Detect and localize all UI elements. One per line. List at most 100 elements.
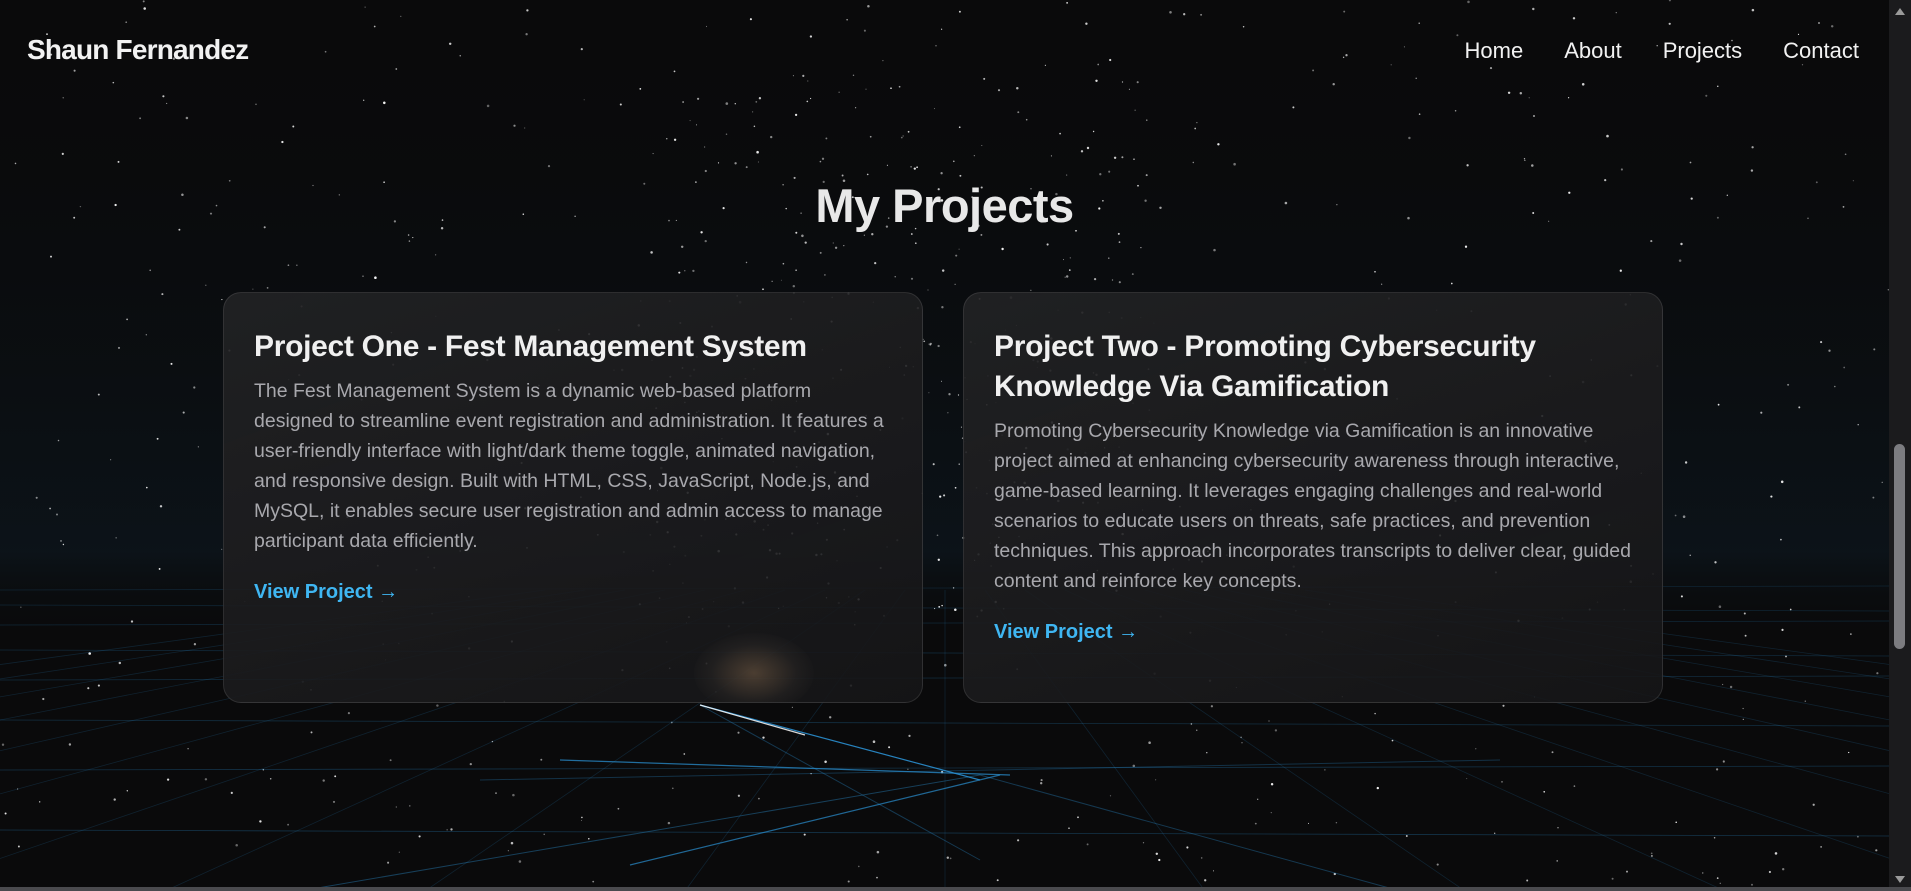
star [1717, 403, 1720, 406]
projects-heading: My Projects [815, 179, 1074, 232]
star [117, 160, 120, 163]
star [941, 306, 944, 309]
star [1140, 246, 1142, 249]
star [751, 111, 754, 113]
star [1108, 170, 1111, 173]
star [1689, 161, 1692, 164]
star [113, 798, 116, 801]
star [1674, 514, 1677, 517]
star [1650, 852, 1653, 855]
star [1833, 385, 1836, 388]
star [1729, 685, 1733, 689]
star [888, 746, 891, 749]
brand-name[interactable]: Shaun Fernandez [27, 34, 249, 66]
star [953, 160, 955, 163]
star [1376, 786, 1379, 790]
star [547, 165, 551, 168]
star [678, 271, 681, 274]
star [221, 299, 223, 301]
star [205, 284, 207, 287]
star [334, 775, 337, 778]
star [1148, 741, 1151, 744]
star [929, 344, 932, 346]
star [928, 392, 930, 394]
star [847, 880, 850, 883]
nav-links: Home About Projects Contact [1465, 38, 1860, 64]
star [1408, 136, 1411, 140]
star [804, 241, 807, 244]
star [1118, 281, 1121, 284]
star [1213, 248, 1216, 252]
project-one-view-link[interactable]: View Project → [254, 581, 398, 604]
star [689, 120, 691, 122]
star [187, 747, 189, 750]
star [1844, 153, 1847, 156]
star [941, 269, 945, 272]
scrollbar-thumb[interactable] [1894, 444, 1905, 649]
star [39, 801, 41, 803]
star [1324, 769, 1326, 771]
star [170, 362, 173, 365]
star [1155, 852, 1159, 855]
star [1062, 259, 1065, 261]
star [197, 446, 199, 448]
star [1066, 174, 1068, 176]
nav-link-about[interactable]: About [1564, 38, 1622, 64]
star [907, 768, 909, 770]
star [684, 270, 686, 272]
star [259, 820, 262, 823]
grid-line [699, 704, 981, 781]
star [1092, 130, 1095, 133]
star [17, 845, 20, 848]
star [1523, 158, 1526, 160]
chevron-up-icon[interactable] [1895, 8, 1905, 15]
grid-line [0, 829, 1891, 837]
star [1626, 870, 1628, 873]
nav-link-projects[interactable]: Projects [1663, 38, 1742, 64]
star [791, 706, 794, 709]
star [1606, 134, 1609, 138]
star [771, 280, 773, 282]
star [130, 620, 134, 623]
star [725, 133, 728, 135]
star [1820, 846, 1822, 848]
star [347, 712, 350, 715]
star [683, 753, 686, 755]
star [782, 262, 785, 265]
grid-highlight-line [699, 704, 806, 736]
star [1217, 143, 1220, 146]
page: Shaun Fernandez Home About Projects Cont… [0, 0, 1911, 891]
star [1206, 752, 1208, 754]
star [182, 411, 185, 414]
star [794, 113, 798, 117]
star [1781, 628, 1784, 631]
star [824, 274, 826, 276]
star [1196, 122, 1198, 124]
star [762, 288, 764, 291]
star [1086, 843, 1089, 846]
vertical-scrollbar[interactable] [1889, 0, 1911, 891]
grid-line [699, 704, 981, 861]
star [841, 174, 844, 177]
star [1065, 275, 1069, 278]
star [869, 135, 872, 138]
chevron-down-icon[interactable] [1895, 876, 1905, 883]
star [1391, 739, 1394, 742]
grid-line [479, 759, 1501, 781]
star [1719, 882, 1721, 884]
star [1789, 608, 1792, 611]
star [332, 800, 336, 803]
star [936, 534, 939, 537]
star [156, 437, 159, 440]
star [1770, 495, 1773, 498]
star [1501, 781, 1503, 783]
grid-line [629, 774, 1001, 866]
project-two-view-link[interactable]: View Project → [994, 621, 1138, 644]
star [755, 101, 758, 103]
star [1743, 612, 1746, 615]
nav-link-contact[interactable]: Contact [1783, 38, 1859, 64]
star [117, 346, 121, 349]
star [1381, 283, 1383, 285]
star [149, 269, 151, 272]
nav-link-home[interactable]: Home [1465, 38, 1524, 64]
